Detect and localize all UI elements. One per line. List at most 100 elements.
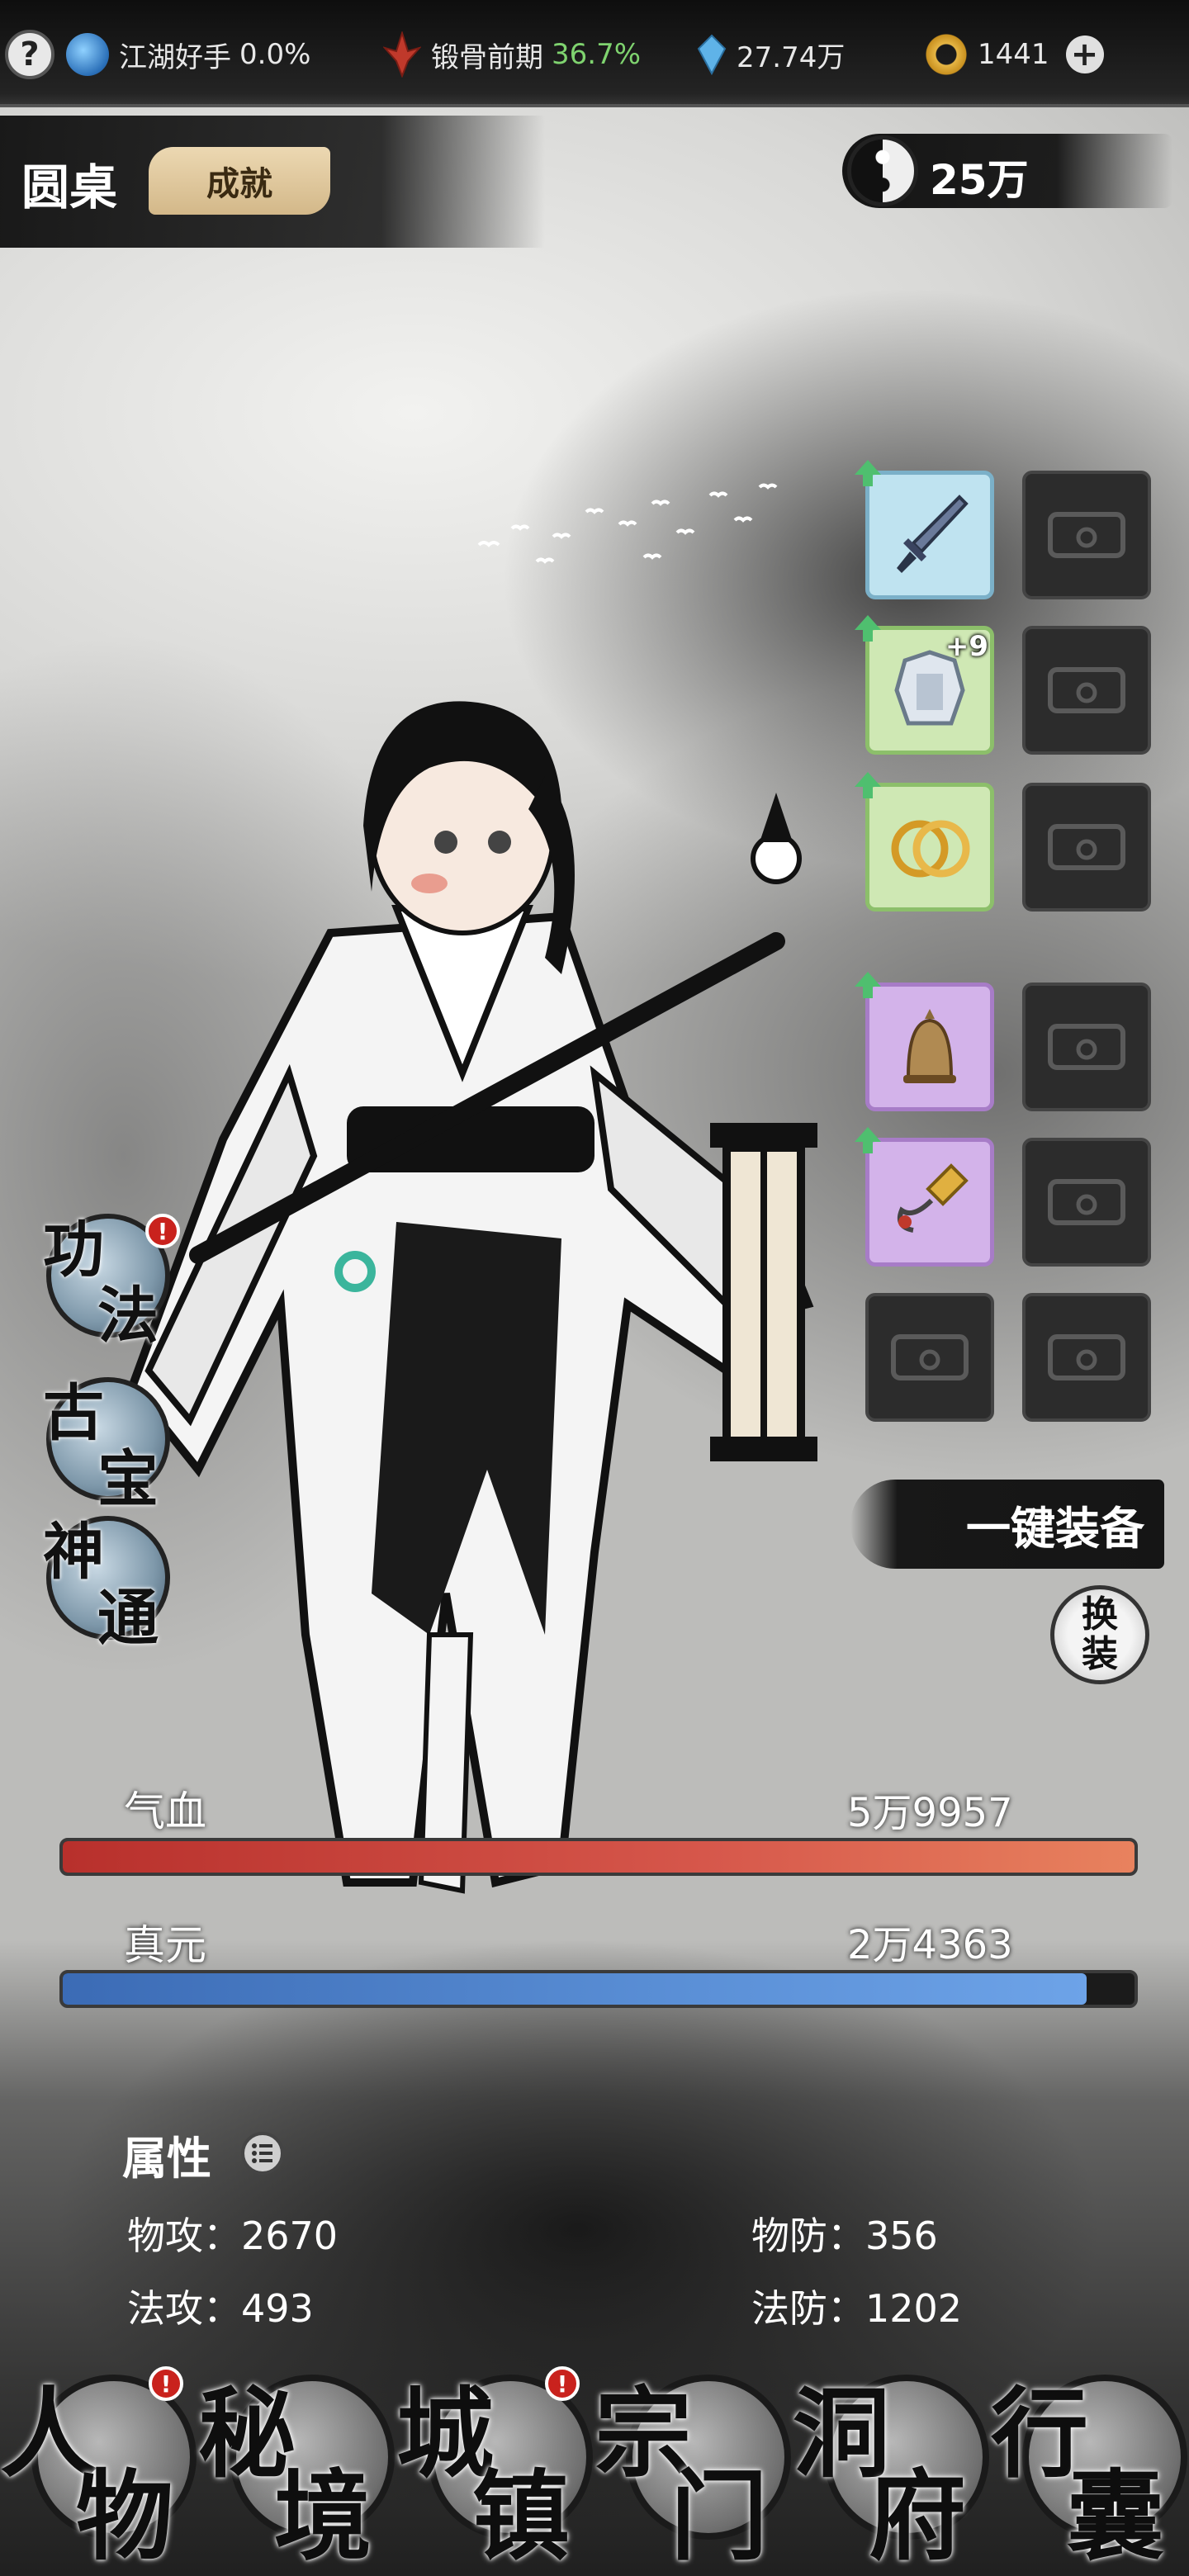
swap-label-char1: 换 bbox=[1082, 1593, 1118, 1636]
empty-slot-icon bbox=[1048, 667, 1125, 713]
side-menu-char1: 古 bbox=[43, 1378, 104, 1449]
rank-name: 江湖好手 bbox=[119, 40, 231, 74]
gold-ingot-value: 1441 bbox=[978, 38, 1049, 71]
upgrade-arrow-icon bbox=[855, 1127, 881, 1153]
side-menu-char2: 宝 bbox=[97, 1444, 159, 1515]
nav-secret-realm[interactable]: 秘 境 bbox=[198, 2366, 395, 2574]
list-icon bbox=[252, 2143, 272, 2163]
nav-cave-dwelling[interactable]: 洞 府 bbox=[793, 2366, 989, 2574]
attr-value: 493 bbox=[241, 2286, 314, 2331]
realm-name: 锻骨前期 bbox=[431, 40, 543, 74]
nav-inventory[interactable]: 行 囊 bbox=[991, 2366, 1187, 2574]
realm-indicator[interactable]: 锻骨前期 36.7% bbox=[383, 30, 641, 79]
nav-character[interactable]: 人 物 ! bbox=[0, 2366, 197, 2574]
equip-slot-armor[interactable]: +9 bbox=[855, 615, 994, 755]
mp-bar bbox=[59, 1970, 1138, 2008]
equip-slot-empty[interactable] bbox=[1022, 983, 1151, 1111]
character-illustration bbox=[127, 701, 817, 1894]
item-level-badge: +9 bbox=[945, 630, 988, 663]
attr-value: 1202 bbox=[865, 2286, 963, 2331]
rank-indicator[interactable]: 江湖好手 0.0% bbox=[66, 30, 310, 79]
page-header: 圆桌 成就 bbox=[0, 116, 545, 248]
realm-progress: 36.7% bbox=[552, 38, 642, 71]
nav-char2: 府 bbox=[869, 2459, 967, 2574]
gold-rings-icon bbox=[891, 820, 970, 878]
attribute-list-icon[interactable] bbox=[241, 2132, 284, 2175]
attr-value: 356 bbox=[865, 2214, 938, 2258]
flame-emblem-icon bbox=[383, 31, 421, 78]
hp-value: 5万9957 bbox=[847, 1790, 1013, 1836]
nav-char2: 囊 bbox=[1067, 2459, 1165, 2574]
one-key-equip-button[interactable]: 一键装备 bbox=[850, 1480, 1164, 1569]
side-menu-treasures[interactable]: 古 宝 bbox=[43, 1377, 170, 1515]
gold-ingot-counter[interactable]: 1441 + bbox=[925, 30, 1104, 79]
side-menu-char2: 通 bbox=[97, 1583, 159, 1654]
attr-physical-defense: 物防：356 bbox=[751, 2206, 938, 2261]
notification-badge: ! bbox=[545, 2366, 580, 2401]
empty-slot-icon bbox=[1048, 1179, 1125, 1225]
attr-magic-defense: 法防：1202 bbox=[751, 2279, 962, 2333]
hp-bar bbox=[59, 1838, 1138, 1876]
dagger-icon bbox=[897, 495, 969, 573]
nav-char2: 镇 bbox=[472, 2459, 571, 2574]
mp-label: 真元 bbox=[124, 1921, 206, 1969]
help-button[interactable]: ? bbox=[5, 30, 54, 79]
empty-slot-icon bbox=[1048, 824, 1125, 870]
empty-slot-icon bbox=[1048, 512, 1125, 558]
equip-slot-empty[interactable] bbox=[1022, 1138, 1151, 1267]
crystal-icon bbox=[697, 34, 727, 75]
attr-label: 物防： bbox=[751, 2214, 865, 2258]
equip-slot-empty[interactable] bbox=[1022, 626, 1151, 755]
equip-slot-ring[interactable] bbox=[855, 772, 994, 912]
spirit-stone-counter[interactable]: 27.74万 bbox=[697, 30, 845, 79]
side-menu-char1: 功 bbox=[43, 1215, 104, 1286]
mp-bar-fill bbox=[63, 1973, 1087, 2005]
notification-badge: ! bbox=[145, 1214, 180, 1248]
nav-town[interactable]: 城 镇 ! bbox=[396, 2366, 593, 2574]
swap-outfit-button[interactable]: 换 装 bbox=[1050, 1585, 1149, 1684]
attr-physical-attack: 物攻：2670 bbox=[127, 2206, 338, 2261]
upgrade-arrow-icon bbox=[855, 972, 881, 998]
mp-value: 2万4363 bbox=[847, 1922, 1013, 1968]
swirl-orb-icon bbox=[66, 33, 109, 76]
upgrade-arrow-icon bbox=[855, 772, 881, 798]
attributes-title: 属性 bbox=[122, 2133, 211, 2185]
notification-badge: ! bbox=[149, 2366, 183, 2401]
flail-icon bbox=[897, 1163, 969, 1233]
empty-slot-icon bbox=[1048, 1024, 1125, 1070]
hp-label: 气血 bbox=[124, 1788, 206, 1835]
equip-slot-weapon[interactable] bbox=[855, 460, 994, 599]
top-status-bar: ? 江湖好手 0.0% 锻骨前期 36.7% 27.74万 1441 + bbox=[0, 0, 1189, 107]
side-menu-char2: 法 bbox=[97, 1281, 159, 1352]
birds-decoration bbox=[477, 483, 778, 564]
equip-slot-empty[interactable] bbox=[1022, 471, 1151, 599]
nav-char2: 门 bbox=[670, 2459, 769, 2574]
equip-slot-empty[interactable] bbox=[1022, 1293, 1151, 1422]
currency-value: 25万 bbox=[930, 156, 1029, 204]
bell-icon bbox=[903, 1009, 956, 1083]
nav-sect[interactable]: 宗 门 bbox=[594, 2366, 791, 2574]
add-currency-button[interactable]: + bbox=[1065, 36, 1104, 73]
equip-slot-treasure-flail[interactable] bbox=[855, 1127, 994, 1267]
equip-slot-empty[interactable] bbox=[865, 1293, 994, 1422]
attr-magic-attack: 法攻：493 bbox=[127, 2279, 314, 2333]
attr-value: 2670 bbox=[241, 2214, 339, 2258]
empty-slot-icon bbox=[891, 1334, 969, 1380]
side-menu-skills[interactable]: 功 法 ! bbox=[43, 1214, 180, 1352]
gold-ring-icon bbox=[925, 33, 968, 76]
hp-bar-fill bbox=[63, 1841, 1135, 1873]
equip-slot-empty[interactable] bbox=[1022, 783, 1151, 912]
page-title: 圆桌 bbox=[21, 159, 118, 215]
upgrade-arrow-icon bbox=[855, 460, 881, 486]
swap-label-char2: 装 bbox=[1082, 1633, 1118, 1675]
nav-char2: 境 bbox=[274, 2459, 372, 2574]
attr-label: 法防： bbox=[751, 2286, 865, 2331]
rank-progress: 0.0% bbox=[239, 38, 311, 71]
equip-slot-treasure-bell[interactable] bbox=[855, 972, 994, 1111]
achievement-button[interactable]: 成就 bbox=[149, 147, 330, 215]
attr-label: 物攻： bbox=[127, 2214, 241, 2258]
side-menu-powers[interactable]: 神 通 bbox=[43, 1516, 170, 1654]
spirit-stone-value: 27.74万 bbox=[737, 40, 846, 74]
nav-char2: 物 bbox=[76, 2459, 174, 2574]
attr-label: 法攻： bbox=[127, 2286, 241, 2331]
